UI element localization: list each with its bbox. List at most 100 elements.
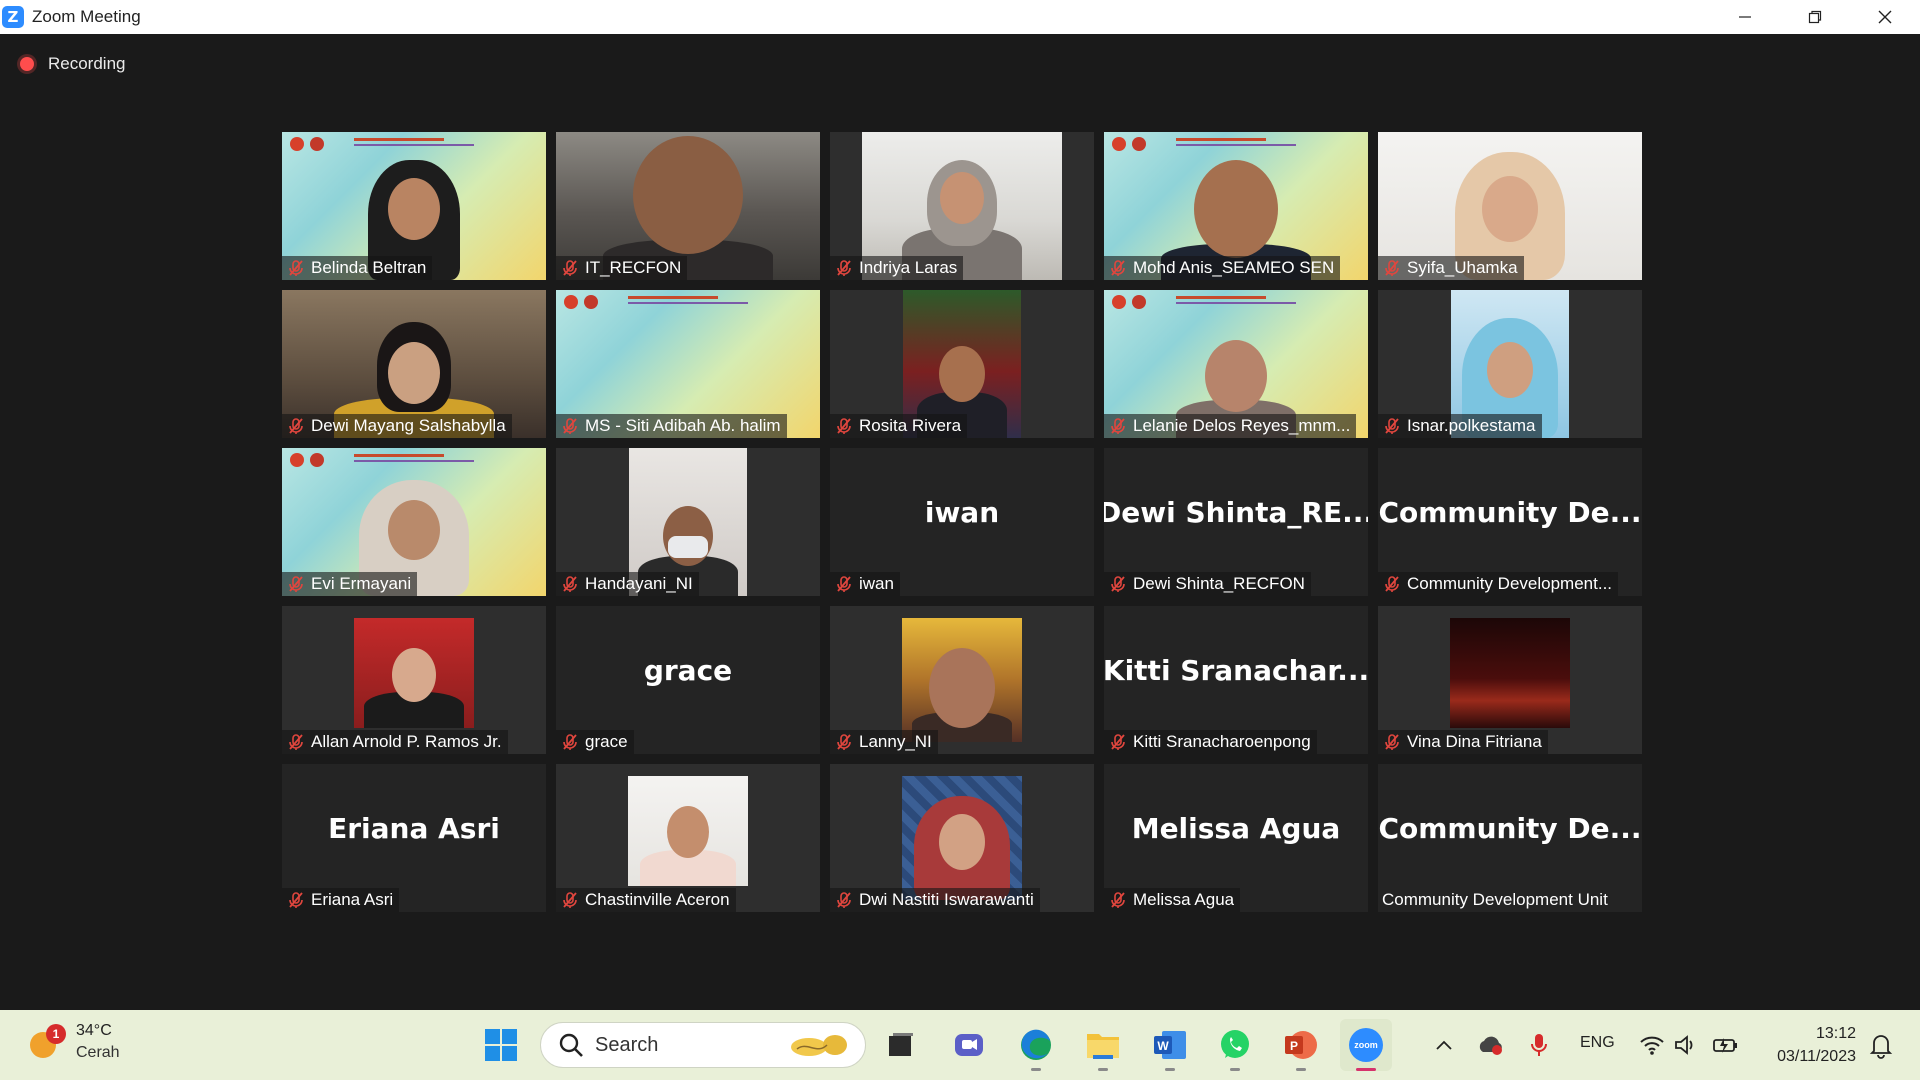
powerpoint-running-indicator xyxy=(1296,1068,1306,1071)
participant-nametag: Syifa_Uhamka xyxy=(1378,256,1524,280)
participant-name: Melissa Agua xyxy=(1133,890,1235,909)
participant-tile[interactable]: Allan Arnold P. Ramos Jr. xyxy=(282,606,546,754)
mic-muted-icon xyxy=(560,416,580,436)
file-explorer-running-indicator xyxy=(1098,1068,1108,1071)
participant-nametag: Chastinville Aceron xyxy=(556,888,736,912)
mic-muted-icon xyxy=(1382,732,1402,752)
task-view-icon[interactable] xyxy=(881,1025,921,1065)
notification-button[interactable] xyxy=(1866,1030,1896,1060)
taskbar: 1 34°C Cerah Search W P zoom ENG 13:12 0… xyxy=(0,1010,1920,1080)
window-controls xyxy=(1710,0,1920,34)
weather-widget[interactable]: 1 34°C Cerah xyxy=(28,1020,120,1064)
participant-tile[interactable]: grace grace xyxy=(556,606,820,754)
file-explorer-icon[interactable] xyxy=(1083,1025,1123,1065)
participant-nametag: Dewi Mayang Salshabylla xyxy=(282,414,512,438)
mic-muted-icon xyxy=(1382,416,1402,436)
taskbar-clock[interactable]: 13:12 03/11/2023 xyxy=(1756,1022,1856,1068)
participant-video xyxy=(354,618,474,728)
wifi-icon[interactable] xyxy=(1638,1032,1666,1058)
participant-name: IT_RECFON xyxy=(585,258,682,277)
participant-nametag: Mohd Anis_SEAMEO SEN xyxy=(1104,256,1341,280)
restore-button[interactable] xyxy=(1780,0,1850,34)
participant-tile[interactable]: Chastinville Aceron xyxy=(556,764,820,912)
word-running-indicator xyxy=(1165,1068,1175,1071)
mic-muted-icon xyxy=(834,574,854,594)
powerpoint-icon[interactable]: P xyxy=(1281,1025,1321,1065)
participant-tile[interactable]: Belinda Beltran xyxy=(282,132,546,280)
mic-muted-icon xyxy=(1108,416,1128,436)
whatsapp-icon[interactable] xyxy=(1215,1025,1255,1065)
minimize-button[interactable] xyxy=(1710,0,1780,34)
participant-nametag: Dwi Nastiti Iswarawanti xyxy=(830,888,1040,912)
participant-nametag: iwan xyxy=(830,572,900,596)
participant-name: Vina Dina Fitriana xyxy=(1407,732,1542,751)
word-icon[interactable]: W xyxy=(1150,1025,1190,1065)
participant-tile[interactable]: Kitti Sranachar... Kitti Sranacharoenpon… xyxy=(1104,606,1368,754)
participant-tile[interactable]: Dwi Nastiti Iswarawanti xyxy=(830,764,1094,912)
zoom-active-indicator xyxy=(1356,1068,1376,1071)
participant-tile[interactable]: Evi Ermayani xyxy=(282,448,546,596)
close-button[interactable] xyxy=(1850,0,1920,34)
participant-tile[interactable]: Eriana Asri Eriana Asri xyxy=(282,764,546,912)
input-language[interactable]: ENG xyxy=(1580,1034,1615,1052)
participant-name: Belinda Beltran xyxy=(311,258,427,277)
clock-date: 03/11/2023 xyxy=(1777,1048,1856,1065)
participant-name: Mohd Anis_SEAMEO SEN xyxy=(1133,258,1335,277)
zoom-icon[interactable]: zoom xyxy=(1340,1019,1392,1071)
start-button[interactable] xyxy=(484,1028,518,1062)
participant-tile[interactable]: Vina Dina Fitriana xyxy=(1378,606,1642,754)
svg-text:W: W xyxy=(1157,1039,1169,1053)
participant-nametag: Allan Arnold P. Ramos Jr. xyxy=(282,730,508,754)
volume-icon[interactable] xyxy=(1672,1032,1700,1058)
edge-icon[interactable] xyxy=(1016,1025,1056,1065)
participant-name: Dewi Shinta_RECFON xyxy=(1133,574,1305,593)
mic-muted-icon xyxy=(1382,574,1402,594)
participant-nametag: Community Development... xyxy=(1378,572,1619,596)
mic-muted-icon xyxy=(1108,574,1128,594)
onedrive-status-icon[interactable] xyxy=(1476,1032,1506,1058)
search-icon xyxy=(559,1033,583,1057)
participant-tile[interactable]: Mohd Anis_SEAMEO SEN xyxy=(1104,132,1368,280)
participant-nametag: Kitti Sranacharoenpong xyxy=(1104,730,1317,754)
restore-icon xyxy=(1808,10,1822,24)
participant-name: Allan Arnold P. Ramos Jr. xyxy=(311,732,502,751)
participant-tile[interactable]: Melissa Agua Melissa Agua xyxy=(1104,764,1368,912)
microphone-icon[interactable] xyxy=(1524,1032,1554,1058)
participant-tile[interactable]: iwan iwan xyxy=(830,448,1094,596)
participant-tile[interactable]: Community De... Community Development... xyxy=(1378,448,1642,596)
participant-tile[interactable]: Rosita Rivera xyxy=(830,290,1094,438)
participant-display-name: grace xyxy=(643,653,733,687)
participant-display-name: Kitti Sranachar... xyxy=(1104,653,1368,687)
participant-tile[interactable]: Community De... Community Development Un… xyxy=(1378,764,1642,912)
recording-indicator[interactable]: Recording xyxy=(20,54,126,74)
participant-tile[interactable]: Dewi Mayang Salshabylla xyxy=(282,290,546,438)
participant-tile[interactable]: Indriya Laras xyxy=(830,132,1094,280)
participant-name: grace xyxy=(585,732,628,751)
weather-notification-badge: 1 xyxy=(46,1024,66,1044)
participant-tile[interactable]: Isnar.polkestama xyxy=(1378,290,1642,438)
weather-sun-icon: 1 xyxy=(28,1024,66,1060)
participant-name: Syifa_Uhamka xyxy=(1407,258,1518,277)
show-hidden-icons-button[interactable] xyxy=(1432,1032,1456,1058)
mic-muted-icon xyxy=(834,732,854,752)
participant-tile[interactable]: Handayani_NI xyxy=(556,448,820,596)
participant-tile[interactable]: Dewi Shinta_RE... Dewi Shinta_RECFON xyxy=(1104,448,1368,596)
minimize-icon xyxy=(1739,16,1751,18)
participant-video xyxy=(902,776,1022,900)
mic-muted-icon xyxy=(286,732,306,752)
meeting-view: Recording Belinda Beltran IT_RECFON Indr… xyxy=(0,34,1920,1010)
participant-tile[interactable]: Lelanie Delos Reyes_mnm... xyxy=(1104,290,1368,438)
participant-tile[interactable]: Syifa_Uhamka xyxy=(1378,132,1642,280)
participant-name: Community Development Unit xyxy=(1382,890,1608,909)
mic-muted-icon xyxy=(560,574,580,594)
participant-tile[interactable]: MS - Siti Adibah Ab. halim xyxy=(556,290,820,438)
mic-muted-icon xyxy=(286,416,306,436)
teams-chat-icon[interactable] xyxy=(949,1025,989,1065)
mic-muted-icon xyxy=(560,258,580,278)
taskbar-search[interactable]: Search xyxy=(540,1022,866,1068)
battery-icon[interactable] xyxy=(1710,1032,1740,1058)
recording-dot-icon xyxy=(20,57,34,71)
participant-tile[interactable]: Lanny_NI xyxy=(830,606,1094,754)
participant-tile[interactable]: IT_RECFON xyxy=(556,132,820,280)
participant-nametag: Lelanie Delos Reyes_mnm... xyxy=(1104,414,1357,438)
